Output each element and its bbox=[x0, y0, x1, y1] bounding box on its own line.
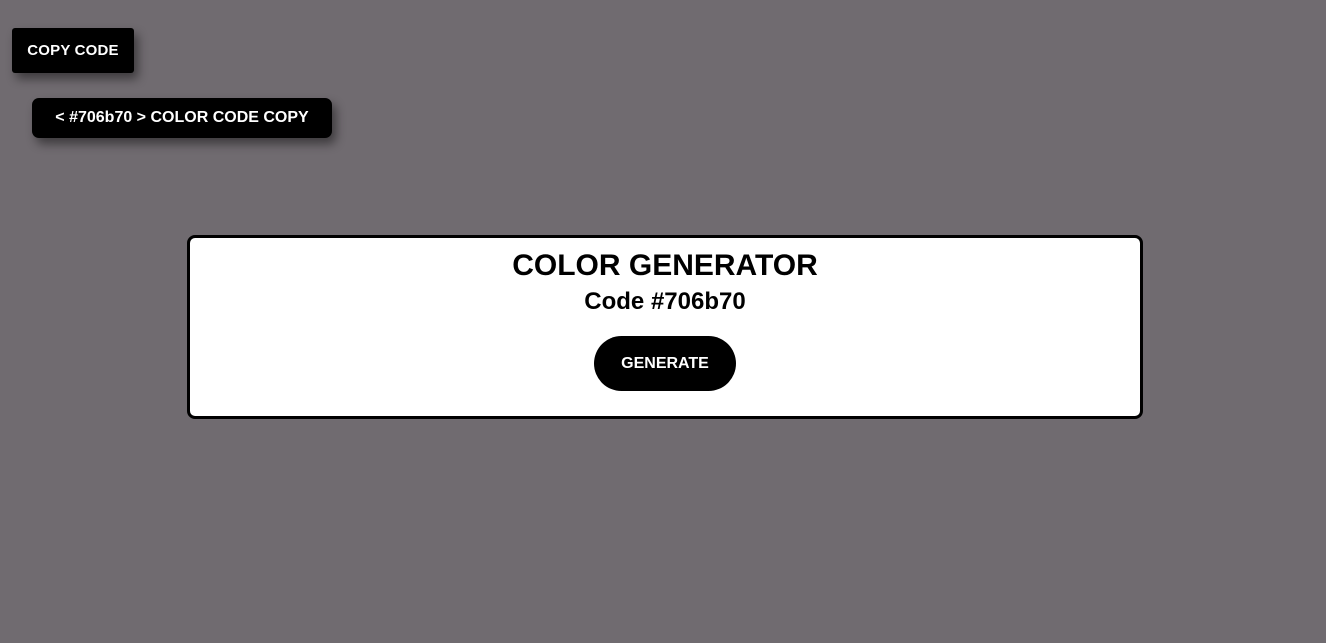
color-generator-card: COLOR GENERATOR Code #706b70 GENERATE bbox=[187, 235, 1143, 419]
page-title: COLOR GENERATOR bbox=[512, 249, 818, 282]
generate-button[interactable]: GENERATE bbox=[594, 336, 736, 391]
color-code-display: Code #706b70 bbox=[584, 288, 746, 315]
page: { "copy_button": { "label": "COPY CODE" … bbox=[0, 0, 1326, 643]
copy-confirmation-toast: < #706b70 > COLOR CODE COPY bbox=[32, 98, 332, 138]
copy-code-button[interactable]: COPY CODE bbox=[12, 28, 134, 73]
